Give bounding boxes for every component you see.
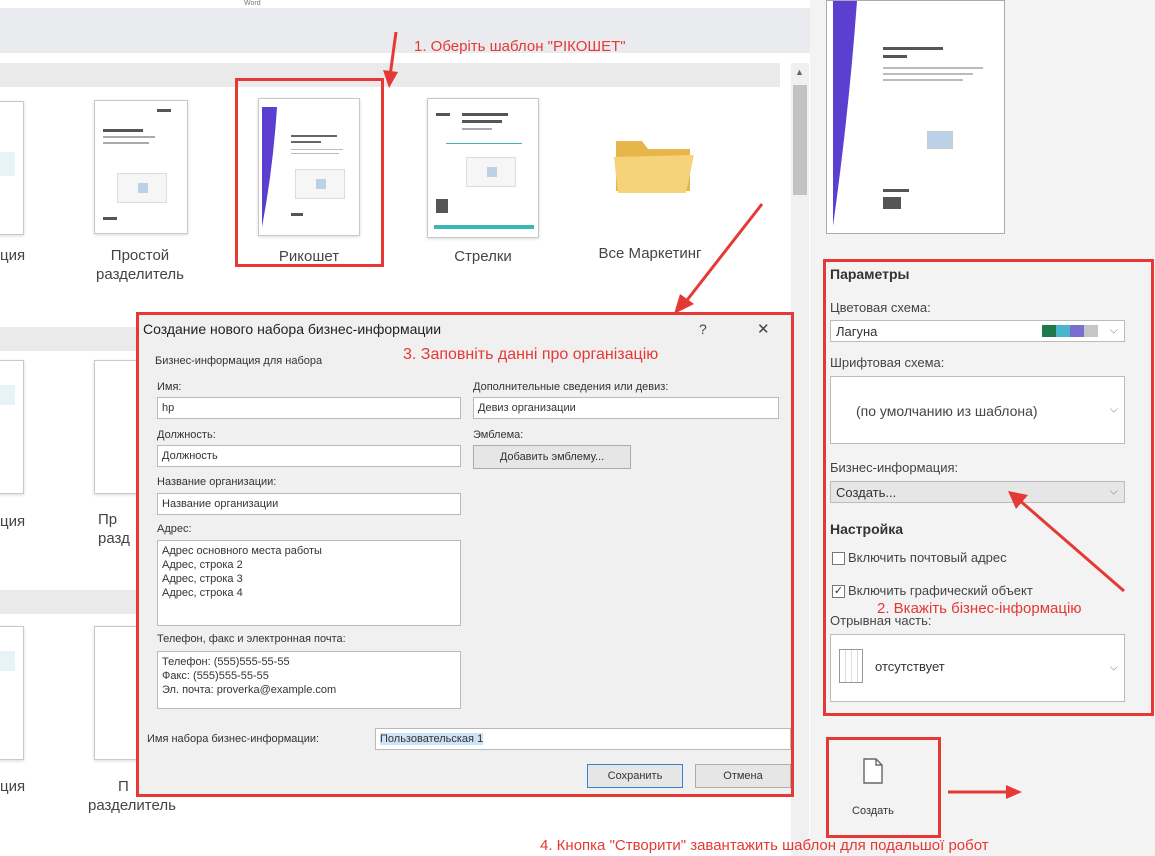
motto-label: Дополнительные сведения или девиз: — [473, 381, 669, 393]
chevron-down-icon: ⌵ — [1109, 403, 1118, 416]
template-label-row3-line2: разделитель — [88, 797, 176, 814]
template-thumb-arrows[interactable] — [427, 98, 539, 238]
position-label: Должность: — [157, 429, 216, 441]
help-icon[interactable]: ? — [699, 321, 707, 337]
org-input[interactable]: Название организации — [157, 493, 461, 515]
step2-arrow-icon — [1008, 491, 1125, 593]
settings-title: Настройка — [830, 521, 904, 537]
step4-arrow-icon — [948, 785, 1022, 799]
color-swatches — [1042, 325, 1098, 337]
template-partial-label-row2: ция — [0, 513, 26, 530]
group-label: Бизнес-информация для набора — [155, 355, 323, 367]
step3-annotation: 3. Заповніть данні про організацію — [403, 346, 659, 363]
step3-arrow-icon — [674, 203, 764, 314]
template-label-simple-divider-line1: Простой — [110, 247, 170, 264]
template-label-row2: Пр разд — [98, 510, 130, 548]
address-line: Адрес, строка 2 — [162, 559, 243, 571]
business-info-value: Создать... — [836, 485, 897, 500]
phone-label: Телефон, факс и электронная почта: — [157, 633, 346, 645]
template-thumb-partial[interactable] — [0, 101, 24, 235]
template-thumb-partial-row3[interactable] — [0, 626, 24, 760]
set-name-label: Имя набора бизнес-информации: — [147, 733, 320, 745]
phone-line: Эл. почта: proverka@example.com — [162, 684, 337, 696]
phone-line: Факс: (555)555-55-55 — [162, 670, 269, 682]
template-partial-label: ция — [0, 247, 26, 264]
position-input[interactable]: Должность — [157, 445, 461, 467]
add-emblem-button[interactable]: Добавить эмблему... — [473, 445, 631, 469]
word-label: Word — [244, 0, 261, 7]
address-line: Адрес основного места работы — [162, 545, 322, 557]
phone-textarea[interactable]: Телефон: (555)555-55-55 Факс: (555)555-5… — [157, 651, 461, 709]
template-label-row2-line2: разд — [98, 530, 130, 547]
emblem-label: Эмблема: — [473, 429, 524, 441]
font-scheme-select[interactable]: (по умолчанию из шаблона) ⌵ — [830, 376, 1125, 444]
font-scheme-label: Шрифтовая схема: — [830, 355, 945, 370]
folder-icon[interactable] — [612, 131, 696, 197]
tearoff-value: отсутствует — [875, 659, 945, 674]
create-label: Создать — [852, 805, 894, 817]
font-scheme-value: (по умолчанию из шаблона) — [856, 403, 1038, 419]
close-icon[interactable]: ✕ — [757, 320, 770, 338]
template-thumb-ricochet[interactable] — [258, 98, 360, 236]
dialog-title: Создание нового набора бизнес-информации — [143, 321, 442, 337]
ricochet-swoosh-icon — [262, 107, 277, 227]
swatch-gray — [1084, 325, 1098, 337]
scrollbar-thumb[interactable] — [793, 85, 807, 195]
params-title: Параметры — [830, 266, 910, 282]
chevron-down-icon: ⌵ — [1109, 661, 1118, 674]
preview-swoosh-icon — [833, 1, 857, 226]
swatch-teal — [1056, 325, 1070, 337]
template-label-row2-line1: Пр — [98, 511, 118, 528]
step1-arrow-icon — [383, 31, 398, 88]
business-info-dialog: Создание нового набора бизнес-информации… — [136, 312, 794, 797]
tearoff-page-icon — [839, 649, 863, 683]
org-label: Название организации: — [157, 476, 277, 488]
color-scheme-label: Цветовая схема: — [830, 300, 931, 315]
color-scheme-value: Лагуна — [836, 324, 878, 339]
chevron-down-icon: ⌵ — [1109, 324, 1118, 337]
step4-annotation: 4. Кнопка "Створити" завантажить шаблон … — [540, 837, 989, 854]
address-textarea[interactable]: Адрес основного места работы Адрес, стро… — [157, 540, 461, 626]
new-document-icon — [863, 758, 883, 784]
swatch-green — [1042, 325, 1056, 337]
set-name-value: Пользовательская 1 — [380, 733, 484, 745]
address-label: Адрес: — [157, 523, 192, 535]
address-line: Адрес, строка 3 — [162, 573, 243, 585]
name-label: Имя: — [157, 381, 182, 393]
template-label-arrows: Стрелки — [454, 248, 512, 265]
set-name-input[interactable]: Пользовательская 1 — [375, 728, 791, 750]
save-button[interactable]: Сохранить — [587, 764, 683, 788]
include-graphic-checkbox[interactable]: ✓ — [832, 585, 845, 598]
include-mail-checkbox[interactable] — [832, 552, 845, 565]
tearoff-select[interactable]: отсутствует ⌵ — [830, 634, 1125, 702]
template-label-ricochet: Рикошет — [278, 248, 340, 265]
template-label-simple-divider-line2: разделитель — [96, 266, 184, 283]
motto-input[interactable]: Девиз организации — [473, 397, 779, 419]
step2-annotation: 2. Вкажіть бізнес-інформацію — [877, 600, 1082, 617]
scroll-up-icon[interactable]: ▲ — [795, 67, 804, 77]
address-line: Адрес, строка 4 — [162, 587, 243, 599]
create-button[interactable]: Создать — [834, 745, 933, 831]
business-info-label: Бизнес-информация: — [830, 460, 959, 475]
cancel-button[interactable]: Отмена — [695, 764, 791, 788]
color-scheme-select[interactable]: Лагуна ⌵ — [830, 320, 1125, 342]
template-partial-label-row3: ция — [0, 778, 26, 795]
swatch-purple — [1070, 325, 1084, 337]
include-mail-label: Включить почтовый адрес — [848, 550, 1007, 565]
template-thumb-simple-divider[interactable] — [94, 100, 188, 234]
template-preview — [826, 0, 1005, 234]
phone-line: Телефон: (555)555-55-55 — [162, 656, 290, 668]
name-input[interactable]: hp — [157, 397, 461, 419]
template-thumb-partial-row2[interactable] — [0, 360, 24, 494]
template-label-simple-divider: Простой разделитель — [80, 246, 200, 284]
step1-annotation: 1. Оберіть шаблон "РІКОШЕТ" — [414, 38, 626, 55]
